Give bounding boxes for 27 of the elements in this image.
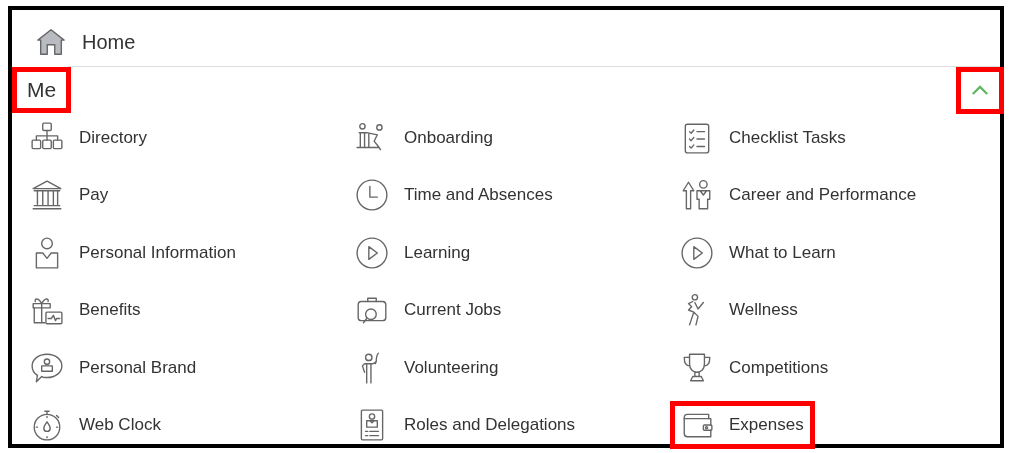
menu-link[interactable]: Checklist Tasks (729, 127, 846, 148)
menu-link[interactable]: Competitions (729, 357, 829, 378)
menu-link[interactable]: Current Jobs (404, 300, 502, 321)
menu-link[interactable]: Directory (79, 127, 147, 148)
home-icon (34, 27, 68, 57)
menu-link[interactable]: Volunteering (404, 357, 499, 378)
bank-icon (30, 178, 64, 213)
play-icon (355, 235, 389, 270)
menu-link[interactable]: Wellness (729, 300, 798, 321)
menu-link[interactable]: Web Clock (79, 415, 161, 436)
menu-link[interactable]: Career and Performance (729, 185, 917, 206)
menu-link[interactable]: What to Learn (729, 242, 836, 263)
section-title: Me (12, 67, 72, 113)
chevron-up-icon (971, 84, 989, 96)
home-link[interactable]: Home (82, 30, 136, 54)
play-icon (680, 235, 714, 270)
menu-link[interactable]: Roles and Delegations (404, 415, 576, 436)
menu-link[interactable]: Onboarding (404, 127, 493, 148)
clock-icon (355, 178, 389, 213)
menu-link[interactable]: Learning (404, 242, 471, 263)
menu-link[interactable]: Expenses (729, 415, 804, 436)
menu-link[interactable]: Pay (79, 185, 109, 206)
collapse-button[interactable] (956, 66, 1004, 114)
menu-link[interactable]: Personal Brand (79, 357, 197, 378)
menu-link[interactable]: Personal Information (79, 242, 236, 263)
menu-link[interactable]: Time and Absences (404, 185, 553, 206)
menu-link[interactable]: Benefits (79, 300, 141, 321)
